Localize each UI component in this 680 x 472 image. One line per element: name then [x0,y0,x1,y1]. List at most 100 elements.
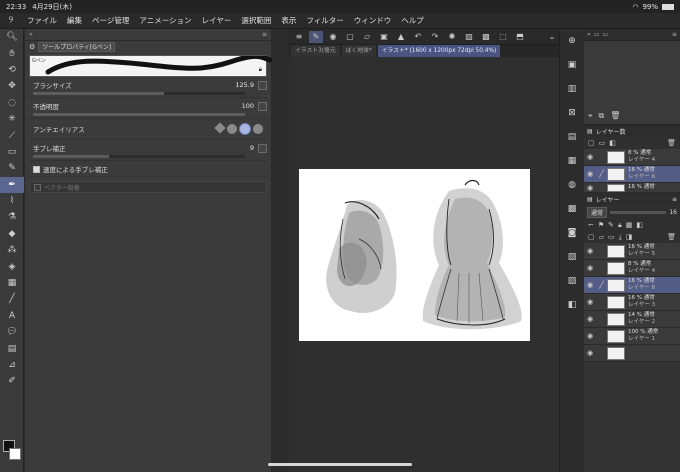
text-icon[interactable]: A [0,308,24,324]
zoom-icon[interactable]: 🔍︎ [0,29,24,45]
decoration-icon[interactable]: ⁂ [0,242,24,258]
hamburger-icon[interactable]: ≡ [292,31,306,43]
lock-transparent-icon[interactable]: ▦ [626,221,633,229]
tool-property-title[interactable]: ツールプロパティ[Gペン] [38,42,116,52]
clear-icon[interactable]: ▨ [462,31,476,43]
auto-action-icon[interactable]: ▨ [560,269,584,293]
eye-icon[interactable]: ◉ [584,349,596,357]
stabilization-slider[interactable] [33,155,245,158]
doc-tab-1[interactable]: イラスト3(復元 [291,45,340,57]
frame-icon[interactable]: ▤ [0,340,24,356]
menu-lines-icon[interactable]: ≡ [672,31,677,38]
stabilization-stepper[interactable] [258,143,267,153]
tool-property-tab[interactable]: ⚙ ツールプロパティ[Gペン] [25,41,271,53]
line-icon[interactable]: ╱ [0,291,24,307]
menu-layer[interactable]: レイヤー [197,15,237,26]
layer-opacity-slider[interactable] [610,210,667,214]
deselect-icon[interactable]: ⬚ [496,31,510,43]
new-file-icon[interactable]: ▢ [343,31,357,43]
antialias-medium-icon[interactable] [240,124,250,134]
menu-filter[interactable]: フィルター [301,15,348,26]
chevron-down-icon[interactable]: ⌄ [545,31,559,43]
layer-opacity-value[interactable]: 16 [669,209,677,216]
brush-size-value[interactable]: 125.9 [235,81,258,89]
layer-folder-icon[interactable]: ▭ [599,139,606,147]
speed-stabilization-checkbox[interactable] [33,165,40,173]
undo-icon[interactable]: ↶ [411,31,425,43]
loading-icon[interactable]: ✺ [445,31,459,43]
search-icon[interactable]: ⊕ [560,29,584,53]
save-icon[interactable]: ▣ [377,31,391,43]
layer-row[interactable]: ◉ [584,345,680,362]
eye-icon[interactable]: ◉ [584,281,596,289]
trash-icon[interactable]: 🗑︎ [667,139,676,147]
material-icon[interactable]: ▣ [560,53,584,77]
menu-window[interactable]: ウィンドウ [349,15,397,26]
doc-tab-active[interactable]: イラスト* (1600 x 1200px 72dpi 50.4%) [377,45,501,57]
move-icon[interactable]: ✥ [0,78,24,94]
lock-icon[interactable]: 🔒︎ [259,66,262,74]
companion-icon[interactable]: ◉ [326,31,340,43]
menu-edit[interactable]: 編集 [62,15,87,26]
layer-tab-icon[interactable]: ▤ [587,196,593,203]
navigator-panel[interactable]: ⌖ ⧉ 🗑︎ [584,41,680,125]
history-icon[interactable]: ▦ [560,149,584,173]
eye-icon[interactable]: ◉ [584,170,596,178]
menu-file[interactable]: ファイル [22,15,62,26]
quick-access-icon[interactable]: ✎ [309,30,323,43]
new-vector-layer-icon[interactable]: ▱ [599,233,604,241]
rotate-view-icon[interactable]: ⟲ [0,62,24,78]
eraser-icon[interactable]: ▭ [0,144,24,160]
artwork-canvas[interactable] [299,169,530,341]
eye-icon[interactable]: ◉ [584,315,596,323]
eye-icon[interactable]: ◉ [584,298,596,306]
invert-selection-icon[interactable]: ⬒ [513,31,527,43]
layer-property-icon[interactable]: ▤ [560,125,584,149]
new-layer-icon[interactable]: ▢ [588,139,595,147]
fill-selection-icon[interactable]: ▩ [479,31,493,43]
collapse-icon[interactable]: » [587,31,591,38]
brush-size-slider[interactable] [33,92,245,95]
balloon-icon[interactable]: 💬︎ [0,324,24,340]
menu-animation[interactable]: アニメーション [134,15,196,26]
ruler-icon[interactable]: ⊿ [0,357,24,373]
brush-icon[interactable]: ⌇ [0,193,24,209]
layer-row[interactable]: ◉ 8 % 通常 レイヤー 4 [584,149,680,166]
color-set-icon[interactable]: ▩ [560,197,584,221]
layer-row[interactable]: ◉ 14 % 通常 レイヤー 2 [584,311,680,328]
trash-icon[interactable]: 🗑︎ [667,233,676,241]
layer-row[interactable]: ◉ 16 % 通常 レイヤー 3 [584,294,680,311]
color-swatch[interactable] [3,440,21,464]
menu-help[interactable]: ヘルプ [396,15,429,26]
hand-icon[interactable]: ✋︎ [0,45,24,61]
layer-mask-icon[interactable]: ◨ [626,233,633,241]
vector-snap-checkbox[interactable] [34,183,41,191]
layer-row[interactable]: ◉ 16 % 通常 レイヤー 5 [584,243,680,260]
eyedropper-icon[interactable]: ⟋ [0,127,24,143]
app-logo-icon[interactable]: ୨ [0,15,22,26]
eye-icon[interactable]: ◉ [584,153,596,161]
stabilization-value[interactable]: 9 [250,144,258,152]
antialias-weak-icon[interactable] [227,124,237,134]
mask-enable-icon[interactable]: ◧ [636,221,643,229]
brush-size-pressure-icon[interactable] [258,80,267,90]
info-icon[interactable]: ◧ [560,293,584,317]
menu-page[interactable]: ページ管理 [87,15,134,26]
menu-lines-icon[interactable]: ≡ [672,196,677,203]
pencil-icon[interactable]: ✎ [0,160,24,176]
trash-icon[interactable]: 🗑︎ [610,111,620,121]
lock-icon[interactable]: 🔒︎ [618,221,622,230]
gradient-icon[interactable]: ▦ [0,275,24,291]
tab-icon-1[interactable]: ▭ [594,31,600,38]
fill-icon[interactable]: ◈ [0,258,24,274]
navigator-icon[interactable]: ▧ [560,245,584,269]
blend-mode-select[interactable]: 通常 [587,206,608,218]
correct-line-icon[interactable]: ✐ [0,373,24,389]
opacity-value[interactable]: 100 [242,102,258,110]
merge-down-icon[interactable]: ⤓ [619,233,622,242]
opacity-pressure-icon[interactable] [258,101,267,111]
layer-row[interactable]: ◉ 16 % 通常 [584,183,680,193]
airbrush-icon[interactable]: ⚗ [0,209,24,225]
eye-icon[interactable]: ◉ [584,332,596,340]
lasso-icon[interactable]: ◌ [0,95,24,111]
